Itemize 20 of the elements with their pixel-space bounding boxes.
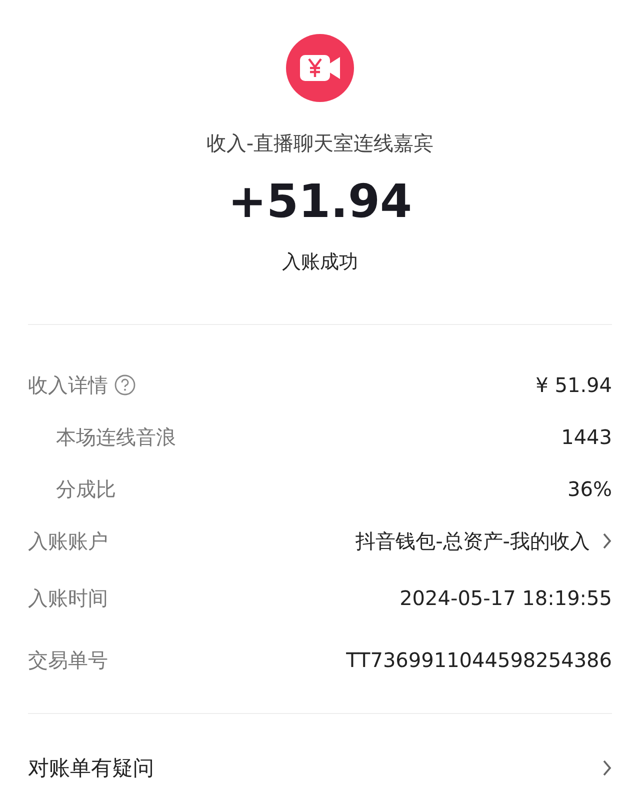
status-text: 入账成功 [282, 250, 358, 274]
dispute-link[interactable]: 对账单有疑问 [28, 714, 612, 807]
help-icon[interactable] [114, 374, 136, 396]
detail-value: TT7369911044598254386 [346, 648, 612, 672]
detail-label: 收入详情 [28, 372, 108, 398]
detail-value: 抖音钱包-总资产-我的收入 [356, 528, 590, 554]
transaction-title: 收入-直播聊天室连线嘉宾 [206, 130, 434, 156]
detail-label: 交易单号 [28, 646, 108, 674]
detail-label: 入账时间 [28, 584, 108, 612]
detail-value: 2024-05-17 18:19:55 [400, 586, 612, 610]
detail-value: ¥ 51.94 [536, 373, 612, 397]
detail-label: 本场连线音浪 [56, 424, 176, 450]
detail-value: 1443 [561, 425, 612, 449]
detail-label: 入账账户 [28, 528, 108, 554]
detail-value: 36% [568, 477, 612, 501]
detail-label: 分成比 [56, 476, 116, 502]
yuan-video-icon [286, 34, 354, 102]
amount: +51.94 [228, 174, 412, 228]
chevron-right-icon [602, 759, 612, 777]
chevron-right-icon [602, 532, 612, 550]
